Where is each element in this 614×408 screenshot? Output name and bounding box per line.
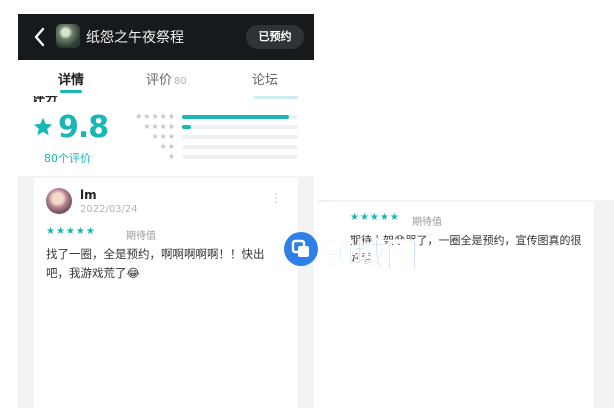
- title-bar: 纸怨之午夜祭程 已预约: [18, 14, 314, 60]
- review-stars: ★★★★★: [46, 226, 96, 237]
- section-heading-clipped: 评分: [32, 96, 72, 102]
- tab-reviews[interactable]: 评价 80: [146, 69, 187, 88]
- watermark-logo-icon: [284, 232, 318, 266]
- tab-bar: 详情 评价 80 论坛: [18, 60, 314, 96]
- distribution-row: ★★★: [122, 132, 298, 142]
- more-link-clipped[interactable]: [254, 96, 298, 99]
- tab-reviews-count: 80: [174, 76, 187, 87]
- watermark-text: 领域圈: [321, 236, 419, 275]
- review-card[interactable]: lm 2022/03/24 ⋮ ★★★★★ 期待值 找了一圈，全是预约，啊啊啊啊…: [34, 178, 298, 408]
- review-username[interactable]: lm: [80, 188, 97, 202]
- chevron-left-icon: [34, 27, 45, 47]
- tab-reviews-label: 评价: [146, 73, 173, 88]
- game-icon: [56, 24, 80, 48]
- distribution-row: ★: [122, 152, 298, 162]
- distribution-track: [182, 125, 298, 129]
- review-tag: 期待值: [126, 231, 156, 242]
- distribution-stars: ★★★★★: [135, 112, 176, 121]
- distribution-stars: ★★★★: [143, 122, 176, 131]
- side-review-stars: ★★★★★: [350, 212, 400, 223]
- game-detail-screen: 纸怨之午夜祭程 已预约 详情 评价80 论坛 评分 9.8 80个评价 ★★★★…: [18, 14, 314, 408]
- tab-forum[interactable]: 论坛: [252, 69, 278, 88]
- distribution-fill: [182, 125, 192, 129]
- active-tab-indicator: [60, 90, 82, 93]
- distribution-fill: [182, 115, 289, 119]
- distribution-stars: ★★: [159, 142, 176, 151]
- side-review-tag: 期待值: [412, 217, 442, 228]
- game-title: 纸怨之午夜祭程: [86, 30, 184, 46]
- distribution-row: ★★★★★: [122, 112, 298, 122]
- score-value: 9.8: [58, 110, 109, 145]
- distribution-track: [182, 155, 298, 159]
- star-icon: [33, 117, 53, 136]
- avatar[interactable]: [46, 188, 72, 214]
- distribution-track: [182, 115, 298, 119]
- review-date: 2022/03/24: [80, 204, 138, 215]
- tab-details[interactable]: 详情: [58, 69, 84, 88]
- booked-button[interactable]: 已预约: [246, 25, 304, 49]
- back-button[interactable]: [30, 24, 50, 50]
- distribution-row: ★★: [122, 142, 298, 152]
- tab-forum-label: 论坛: [252, 73, 279, 88]
- tab-details-label: 详情: [58, 73, 85, 88]
- distribution-stars: ★: [167, 152, 176, 161]
- more-options-icon[interactable]: ⋮: [270, 192, 282, 204]
- rating-count: 80个评价: [44, 152, 91, 165]
- rating-distribution: ★★★★★ ★★★★ ★★★ ★★ ★: [122, 112, 298, 172]
- distribution-track: [182, 135, 298, 139]
- distribution-row: ★★★★: [122, 122, 298, 132]
- distribution-track: [182, 145, 298, 149]
- review-text: 找了一圈，全是预约，啊啊啊啊啊！！快出吧，我游戏荒了😂: [46, 247, 265, 280]
- distribution-stars: ★★★: [151, 132, 176, 141]
